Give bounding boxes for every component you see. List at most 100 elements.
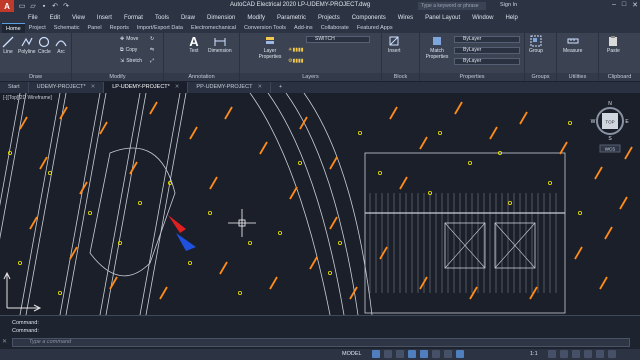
lineweight-icon[interactable] [444, 350, 452, 358]
close-tab-icon[interactable]: ✕ [257, 84, 262, 90]
snap-icon[interactable] [384, 350, 392, 358]
close-tab-icon[interactable]: ✕ [175, 84, 180, 90]
menu-components[interactable]: Components [352, 15, 386, 21]
layer-dropdown[interactable]: SWITCH [306, 36, 370, 43]
tab-electromechanical[interactable]: Electromechanical [187, 23, 240, 33]
menu-wires[interactable]: Wires [398, 15, 413, 21]
tab-add-ins[interactable]: Add-ins [290, 23, 317, 33]
menu-format[interactable]: Format [124, 15, 143, 21]
viewcube-north[interactable]: N [608, 101, 612, 107]
close-icon[interactable]: ✕ [632, 1, 638, 9]
block-panel-title[interactable]: Block [382, 73, 419, 81]
viewport-controls-label[interactable]: [-][Top][2D Wireframe] [3, 95, 52, 101]
ortho-icon[interactable] [396, 350, 404, 358]
viewcube-west[interactable]: W [591, 119, 596, 125]
model-space-button[interactable]: MODEL [342, 351, 362, 357]
new-tab-icon[interactable]: + [271, 82, 290, 93]
menu-parametric[interactable]: Parametric [277, 15, 306, 21]
polyline-button[interactable]: Polyline [18, 36, 36, 55]
menu-help[interactable]: Help [505, 15, 517, 21]
tab-home[interactable]: Home [2, 23, 25, 33]
viewcube-face[interactable]: TOP [605, 120, 614, 125]
grid-icon[interactable] [372, 350, 380, 358]
viewcube-east[interactable]: E [625, 119, 629, 125]
menu-modify[interactable]: Modify [247, 15, 265, 21]
line-button[interactable]: Line [2, 36, 14, 55]
workspace-icon[interactable] [548, 350, 556, 358]
layer-properties-button[interactable]: Layer Properties [258, 35, 282, 60]
polar-icon[interactable] [408, 350, 416, 358]
open-icon[interactable]: ▱ [29, 2, 37, 10]
match-properties-button[interactable]: Match Properties [424, 35, 450, 60]
scale-readout[interactable]: 1:1 [530, 351, 538, 357]
hardware-accel-icon[interactable] [584, 350, 592, 358]
tab-collaborate[interactable]: Collaborate [317, 23, 353, 33]
properties-panel-title[interactable]: Properties [420, 73, 524, 81]
gear-icon[interactable] [560, 350, 568, 358]
doc-tab-lp-udemy-project[interactable]: LP-UDEMY-PROJECT* ✕ [104, 82, 189, 93]
doc-tab-pp-udemy-project[interactable]: PP-UDEMY-PROJECT ✕ [188, 82, 272, 93]
drawing-canvas[interactable]: TOP N S E W WCS [0, 93, 640, 315]
lineweight-dropdown[interactable]: ByLayer [454, 58, 520, 65]
color-dropdown[interactable]: ByLayer [454, 36, 520, 43]
menu-insert[interactable]: Insert [97, 15, 112, 21]
layers-panel-title[interactable]: Layers [240, 73, 381, 81]
clean-screen-icon[interactable] [596, 350, 604, 358]
wcs-menu[interactable]: WCS [605, 147, 616, 152]
annotation-panel-title[interactable]: Annotation [164, 73, 239, 81]
layer-tools-icon[interactable]: ⚙▮▮▮▮ [288, 58, 304, 64]
tab-reports[interactable]: Reports [106, 23, 133, 33]
utilities-panel-title[interactable]: Utilities [557, 73, 598, 81]
insert-button[interactable]: Insert [388, 35, 401, 54]
menu-view[interactable]: View [72, 15, 85, 21]
clipboard-panel-title[interactable]: Clipboard [599, 73, 640, 81]
paste-button[interactable]: Paste [607, 35, 620, 54]
minimize-icon[interactable]: – [612, 1, 616, 9]
save-icon[interactable]: ▪ [40, 2, 48, 10]
move-button[interactable]: ✥ Move [120, 36, 138, 42]
circle-button[interactable]: Circle [38, 36, 51, 55]
new-icon[interactable]: ▭ [18, 2, 26, 10]
layer-state-icon[interactable]: ☀▮▮▮▮ [288, 47, 304, 53]
menu-window[interactable]: Window [472, 15, 493, 21]
customize-icon[interactable] [608, 350, 616, 358]
menu-file[interactable]: File [28, 15, 38, 21]
undo-icon[interactable]: ↶ [51, 2, 59, 10]
text-button[interactable]: A Text [188, 34, 200, 55]
stretch-button[interactable]: ⇲ Stretch [120, 58, 142, 64]
maximize-icon[interactable]: □ [622, 1, 626, 9]
drawing-viewport[interactable]: TOP N S E W WCS [-][Top][2D Wireframe] [0, 93, 640, 315]
group-button[interactable]: Group [529, 35, 543, 54]
linetype-dropdown[interactable]: ByLayer [454, 47, 520, 54]
doc-tab-start[interactable]: Start [0, 82, 29, 93]
annotation-scale-icon[interactable] [456, 350, 464, 358]
viewcube-south[interactable]: S [608, 136, 612, 142]
isolate-icon[interactable] [572, 350, 580, 358]
tab-conversion-tools[interactable]: Conversion Tools [240, 23, 290, 33]
menu-dimension[interactable]: Dimension [207, 15, 235, 21]
tab-schematic[interactable]: Schematic [50, 23, 84, 33]
menu-draw[interactable]: Draw [181, 15, 195, 21]
sign-in-link[interactable]: Sign In [500, 2, 517, 8]
tab-featured-apps[interactable]: Featured Apps [353, 23, 397, 33]
dimension-button[interactable]: Dimension [208, 35, 232, 54]
redo-icon[interactable]: ↷ [62, 2, 70, 10]
draw-panel-title[interactable]: Draw [0, 73, 71, 81]
measure-button[interactable]: Measure [563, 35, 582, 54]
doc-tab-udemy-project[interactable]: UDEMY-PROJECT* ✕ [29, 82, 105, 93]
menu-edit[interactable]: Edit [50, 15, 60, 21]
osnap-icon[interactable] [420, 350, 428, 358]
tab-project[interactable]: Project [25, 23, 50, 33]
viewcube[interactable]: TOP N S E W WCS [591, 101, 630, 153]
scale-icon[interactable]: ⤢ [150, 58, 154, 64]
otrack-icon[interactable] [432, 350, 440, 358]
close-tab-icon[interactable]: ✕ [91, 84, 96, 90]
copy-button[interactable]: ⧉ Copy [120, 47, 137, 53]
rotate-icon[interactable]: ↻ [150, 36, 154, 42]
menu-panel-layout[interactable]: Panel Layout [425, 15, 460, 21]
menu-tools[interactable]: Tools [155, 15, 169, 21]
search-input[interactable]: Type a keyword or phrase [418, 2, 486, 10]
tab-panel[interactable]: Panel [83, 23, 105, 33]
close-command-icon[interactable]: ✕ [2, 338, 7, 345]
modify-panel-title[interactable]: Modify [72, 73, 163, 81]
